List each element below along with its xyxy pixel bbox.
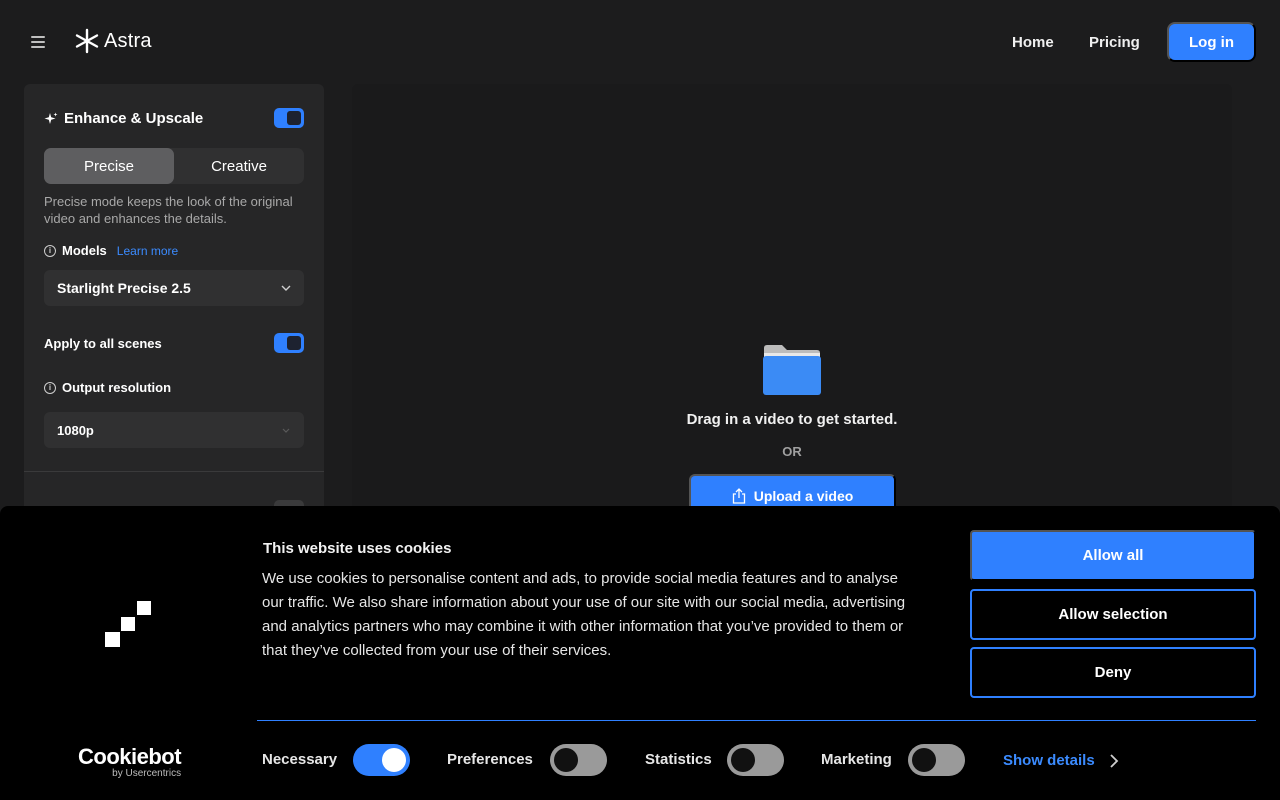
nav-home-link[interactable]: Home bbox=[1012, 34, 1054, 51]
model-select-value: Starlight Precise 2.5 bbox=[57, 280, 191, 296]
info-icon[interactable]: i bbox=[44, 381, 56, 394]
settings-panel: Enhance & Upscale Precise Creative Preci… bbox=[24, 84, 324, 514]
cookiebot-brand[interactable]: Cookiebot by Usercentrics bbox=[78, 744, 182, 779]
output-resolution-row: i Output resolution bbox=[44, 380, 171, 395]
toggle-knob bbox=[287, 336, 301, 350]
brand-name: Astra bbox=[104, 29, 152, 52]
upload-video-label: Upload a video bbox=[753, 488, 854, 504]
apply-all-scenes-label: Apply to all scenes bbox=[44, 336, 162, 351]
cookie-title: This website uses cookies bbox=[263, 540, 452, 557]
learn-more-link[interactable]: Learn more bbox=[117, 244, 178, 258]
chevron-down-icon bbox=[282, 428, 290, 433]
folder-icon bbox=[763, 345, 821, 395]
mode-description: Precise mode keeps the look of the origi… bbox=[44, 194, 293, 226]
models-label: Models bbox=[62, 243, 107, 258]
cookiebot-brand-name: Cookiebot bbox=[78, 744, 182, 769]
apply-all-scenes-toggle[interactable] bbox=[274, 333, 304, 353]
marketing-label: Marketing bbox=[821, 751, 892, 768]
chevron-down-icon bbox=[281, 285, 291, 291]
cookiebot-pixel-logo-icon bbox=[105, 601, 151, 647]
info-icon[interactable]: i bbox=[44, 244, 56, 257]
panel-divider bbox=[24, 471, 324, 472]
brand-logo[interactable]: Astra bbox=[74, 28, 152, 54]
menu-icon[interactable] bbox=[30, 34, 46, 50]
mode-segmented-control: Precise Creative bbox=[44, 148, 304, 184]
switch-knob bbox=[382, 748, 406, 772]
show-details-label: Show details bbox=[1003, 752, 1095, 769]
allow-selection-button[interactable]: Allow selection bbox=[970, 589, 1256, 640]
output-resolution-value: 1080p bbox=[57, 422, 94, 438]
enhance-title: Enhance & Upscale bbox=[64, 110, 204, 127]
preferences-label: Preferences bbox=[447, 751, 533, 768]
model-select[interactable]: Starlight Precise 2.5 bbox=[44, 270, 304, 306]
statistics-label: Statistics bbox=[645, 751, 712, 768]
necessary-switch[interactable] bbox=[353, 744, 410, 776]
switch-knob bbox=[554, 748, 578, 772]
deny-button[interactable]: Deny bbox=[970, 647, 1256, 698]
login-button[interactable]: Log in bbox=[1167, 22, 1256, 62]
chevron-right-icon bbox=[1110, 753, 1118, 768]
enhance-toggle[interactable] bbox=[274, 108, 304, 128]
cookie-divider bbox=[257, 720, 1256, 721]
star-logo-icon bbox=[75, 28, 99, 54]
mode-precise-button[interactable]: Precise bbox=[44, 148, 174, 184]
or-divider-text: OR bbox=[782, 444, 802, 459]
allow-all-button[interactable]: Allow all bbox=[970, 530, 1256, 581]
statistics-switch[interactable] bbox=[727, 744, 784, 776]
marketing-switch[interactable] bbox=[908, 744, 965, 776]
upload-icon bbox=[732, 488, 745, 504]
mode-creative-button[interactable]: Creative bbox=[174, 148, 304, 184]
show-details-link[interactable]: Show details bbox=[1003, 752, 1119, 769]
switch-knob bbox=[912, 748, 936, 772]
cookie-body: We use cookies to personalise content an… bbox=[262, 570, 906, 659]
switch-knob bbox=[731, 748, 755, 772]
top-navigation: Astra Home Pricing Log in bbox=[0, 0, 1280, 84]
sparkle-icon bbox=[44, 112, 58, 124]
models-row: i Models Learn more bbox=[44, 243, 178, 258]
video-dropzone[interactable]: Drag in a video to get started. OR Uploa… bbox=[352, 84, 1232, 514]
enhance-header: Enhance & Upscale bbox=[44, 110, 203, 127]
toggle-knob bbox=[287, 111, 301, 125]
preferences-switch[interactable] bbox=[550, 744, 607, 776]
output-resolution-select[interactable]: 1080p bbox=[44, 412, 304, 448]
output-resolution-label: Output resolution bbox=[62, 380, 172, 395]
cookie-consent-banner: Cookiebot by Usercentrics This website u… bbox=[0, 506, 1280, 800]
drag-instructions: Drag in a video to get started. bbox=[686, 411, 898, 428]
necessary-label: Necessary bbox=[262, 751, 338, 768]
nav-pricing-link[interactable]: Pricing bbox=[1089, 34, 1140, 51]
